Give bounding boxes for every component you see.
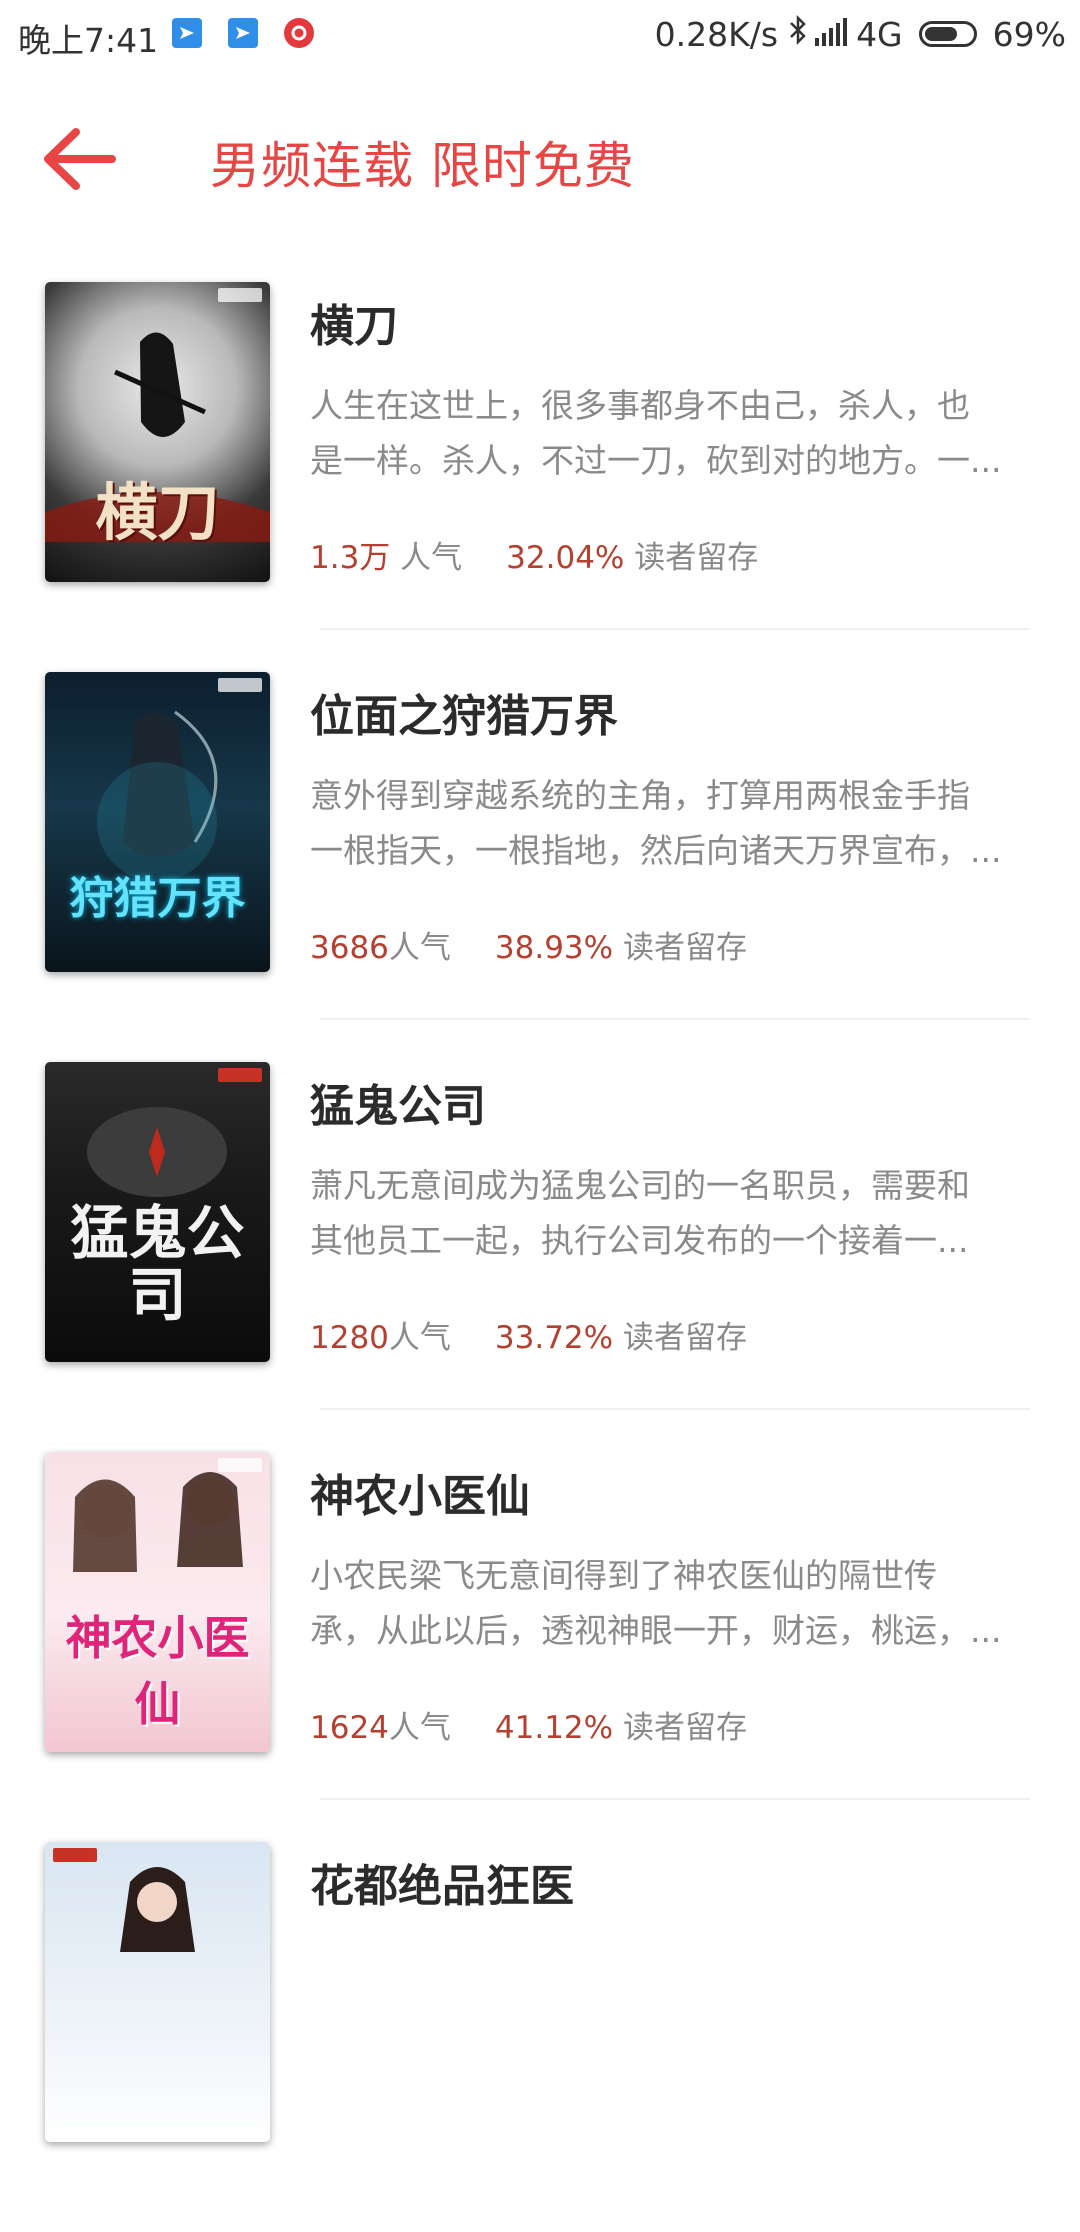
- book-item[interactable]: 猛鬼公司 猛鬼公司 萧凡无意间成为猛鬼公司的一名职员，需要和 其他员工一起，执行…: [0, 1062, 1080, 1452]
- book-item[interactable]: 花都绝品狂医: [0, 1842, 1080, 2232]
- book-cover[interactable]: 猛鬼公司: [45, 1062, 270, 1362]
- book-cover[interactable]: 横刀: [45, 282, 270, 582]
- book-item[interactable]: 横刀 横刀 人生在这世上，很多事都身不由己，杀人，也 是一样。杀人，不过一刀，砍…: [0, 282, 1080, 672]
- book-title: 猛鬼公司: [310, 1081, 486, 1132]
- signal-icon: [814, 15, 850, 54]
- notification-app-icon: [172, 18, 202, 48]
- popularity-value: 1280: [310, 1320, 389, 1356]
- network-type: 4G: [856, 14, 903, 54]
- retention-value: 32.04%: [506, 540, 625, 576]
- page-title: 男频连载 限时免费: [210, 137, 635, 195]
- cover-title: 猛鬼公司: [70, 1199, 245, 1329]
- popularity-label: 人气: [388, 1710, 451, 1746]
- book-title: 神农小医仙: [310, 1471, 530, 1522]
- notification-app-icon: [228, 18, 258, 48]
- retention-label: 读者留存: [624, 540, 759, 576]
- book-cover[interactable]: 狩猎万界: [45, 672, 270, 972]
- book-stats: 3686人气 38.93% 读者留存: [310, 922, 747, 967]
- divider: [320, 1798, 1030, 1800]
- status-time: 晚上7:41: [18, 21, 159, 60]
- battery-fill: [924, 27, 957, 41]
- retention-label: 读者留存: [613, 930, 747, 966]
- network-speed: 0.28K/s: [654, 14, 779, 54]
- battery-percent: 69%: [992, 14, 1066, 54]
- divider: [320, 1408, 1030, 1410]
- book-item[interactable]: 狩猎万界 位面之狩猎万界 意外得到穿越系统的主角，打算用两根金手指 一根指天，一…: [0, 672, 1080, 1062]
- book-description: 萧凡无意间成为猛鬼公司的一名职员，需要和 其他员工一起，执行公司发布的一个接着一…: [310, 1166, 970, 1260]
- book-title: 位面之狩猎万界: [310, 691, 618, 742]
- header: 男频连载 限时免费: [0, 72, 1080, 242]
- book-title: 横刀: [310, 301, 398, 352]
- battery-icon: [918, 21, 977, 47]
- music-app-icon: [284, 18, 314, 48]
- cover-title: 神农小医仙: [65, 1611, 250, 1731]
- retention-value: 38.93%: [494, 930, 614, 966]
- book-stats: 1624人气 41.12% 读者留存: [310, 1702, 747, 1747]
- cover-figure: [120, 1867, 195, 1952]
- popularity-label: 人气: [388, 930, 451, 966]
- status-right: 0.28K/s 4G 69%: [655, 14, 1066, 54]
- popularity-value: 1.3万: [310, 540, 391, 576]
- book-description: 人生在这世上，很多事都身不由己，杀人，也 是一样。杀人，不过一刀，砍到对的地方。…: [310, 386, 1002, 480]
- book-stats: 1280人气 33.72% 读者留存: [310, 1312, 747, 1357]
- status-bar: 晚上7:41 0.28K/s 4G 69%: [0, 0, 1080, 72]
- cover-title: 狩猎万界: [69, 873, 246, 924]
- divider: [320, 1018, 1030, 1020]
- popularity-label: 人气: [388, 1320, 451, 1356]
- book-cover[interactable]: 神农小医仙: [45, 1452, 270, 1752]
- retention-value: 33.72%: [494, 1320, 614, 1356]
- popularity-label: 人气: [390, 540, 463, 576]
- retention-label: 读者留存: [613, 1320, 747, 1356]
- cover-title: 横刀: [95, 476, 220, 549]
- book-description: 意外得到穿越系统的主角，打算用两根金手指 一根指天，一根指地，然后向诸天万界宣布…: [310, 776, 1002, 870]
- divider: [320, 628, 1030, 630]
- cover-figure: [97, 710, 218, 882]
- back-button[interactable]: [40, 124, 120, 194]
- book-stats: 1.3万 人气 32.04% 读者留存: [310, 532, 758, 577]
- book-cover[interactable]: [45, 1842, 270, 2142]
- retention-value: 41.12%: [494, 1710, 614, 1746]
- book-item[interactable]: 神农小医仙 神农小医仙 小农民梁飞无意间得到了神农医仙的隔世传 承，从此以后，透…: [0, 1452, 1080, 1842]
- retention-label: 读者留存: [613, 1710, 747, 1746]
- bluetooth-icon: [788, 14, 808, 54]
- popularity-value: 3686: [310, 930, 389, 966]
- book-description: 小农民梁飞无意间得到了神农医仙的隔世传 承，从此以后，透视神眼一开，财运，桃运，…: [310, 1556, 1002, 1650]
- back-arrow-icon: [44, 128, 116, 190]
- book-title: 花都绝品狂医: [310, 1861, 574, 1912]
- popularity-value: 1624: [310, 1710, 389, 1746]
